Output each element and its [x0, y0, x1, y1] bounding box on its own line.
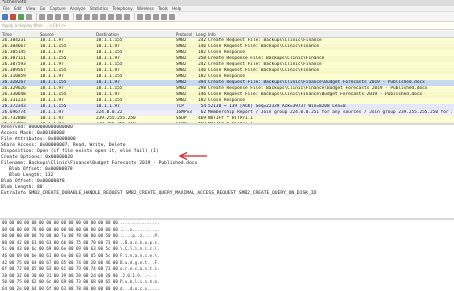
resize-columns-icon[interactable] — [169, 13, 175, 20]
display-filter-input[interactable]: Apply a display filter ... <Ctrl-/> — [0, 22, 454, 30]
hex-ascii[interactable]: .2.0.1.9. .-. . — [120, 273, 157, 280]
hex-row: 50 00 75 00 62 00 6c 00 69 00 73 00 68 0… — [0, 279, 454, 286]
hex-bytes[interactable]: 42 00 75 00 64 00 67 00 65 00 74 00 20 0… — [2, 260, 118, 267]
hex-ascii[interactable]: B.u.d.g.e.t. .F. — [120, 260, 159, 267]
column-source[interactable]: Source — [40, 31, 95, 38]
hex-ascii[interactable]: ..B.a.c.k.u.p.s. — [120, 240, 159, 247]
main-toolbar — [0, 12, 454, 22]
hex-row: 00 00 00 00 00 00 00 00 00 00 00 00 00 0… — [0, 220, 454, 227]
hex-bytes[interactable]: 46 00 69 00 6e 00 61 00 6e 00 63 00 65 0… — [2, 253, 118, 260]
toolbar-separator — [73, 13, 74, 20]
hex-bytes[interactable]: 5c 00 43 00 6c 00 69 00 6e 00 69 00 63 0… — [2, 246, 118, 253]
column-info[interactable]: Info — [208, 31, 452, 38]
annotation-arrow-icon — [178, 152, 207, 160]
hex-ascii[interactable]: .....p..z.....P. — [120, 233, 159, 240]
packet-details: Reserved: 0000000000000000 Access Mask: 0… — [0, 125, 454, 218]
hex-row: 00 00 42 00 61 00 63 00 6b 00 75 00 70 0… — [0, 240, 454, 247]
hex-ascii[interactable]: \.C.l.i.n.i.c.\. — [120, 246, 159, 253]
hex-row: 00 00 00 00 00 70 00 00 7a 00 f8 00 00 0… — [0, 233, 454, 240]
normal-size-icon[interactable] — [161, 13, 167, 20]
hex-bytes[interactable]: 00 00 00 00 00 00 00 00 00 00 00 00 00 0… — [2, 220, 118, 227]
hex-bytes[interactable]: 00 00 00 00 78 00 00 00 00 00 00 00 00 0… — [2, 227, 118, 234]
reload-icon[interactable] — [63, 13, 69, 20]
toolbar-separator — [36, 13, 37, 20]
restart-capture-icon[interactable] — [18, 13, 24, 20]
last-packet-icon[interactable] — [116, 13, 122, 20]
hex-ascii[interactable]: F.i.n.a.n.c.e.\. — [120, 253, 159, 260]
column-time[interactable]: Time — [2, 31, 36, 38]
colorize-icon[interactable] — [137, 13, 143, 20]
hex-bytes[interactable]: 20 00 32 00 30 00 31 00 39 00 20 00 2d 0… — [2, 273, 118, 280]
packet-list-header: Time Source Destination Protocol Length … — [0, 31, 454, 38]
find-packet-icon[interactable] — [76, 13, 82, 20]
zoom-out-icon[interactable] — [153, 13, 159, 20]
first-packet-icon[interactable] — [108, 13, 114, 20]
zoom-in-icon[interactable] — [145, 13, 151, 20]
close-file-icon[interactable] — [55, 13, 61, 20]
hex-row: 42 00 75 00 64 00 67 00 65 00 74 00 20 0… — [0, 260, 454, 267]
stop-capture-icon[interactable] — [10, 13, 16, 20]
column-protocol[interactable]: Protocol — [176, 31, 194, 38]
hex-bytes[interactable]: 6f 00 72 00 65 00 63 00 61 00 73 00 74 0… — [2, 266, 118, 273]
hex-bytes[interactable]: 64 00 2e 00 64 00 6f 00 63 00 78 00 00 0… — [2, 286, 118, 291]
open-file-icon[interactable] — [39, 13, 45, 20]
go-forward-icon[interactable] — [92, 13, 98, 20]
hex-bytes[interactable]: 50 00 75 00 62 00 6c 00 69 00 73 00 68 0… — [2, 279, 118, 286]
packet-bytes: 00 00 00 00 00 00 00 00 00 00 00 00 00 0… — [0, 220, 454, 291]
hex-ascii[interactable]: o.r.e.c.a.s.t.s. — [120, 266, 159, 273]
detail-field[interactable]: ExtraInfo SMB2_CREATE_DURABLE_HANDLE_REQ… — [0, 191, 454, 197]
filter-placeholder: Apply a display filter ... <Ctrl-/> — [2, 23, 67, 28]
packet-list: 26.304231 10.1.1.97 10.1.1.155 SMB2 242 Creat… — [0, 38, 454, 123]
save-file-icon[interactable] — [47, 13, 53, 20]
hex-ascii[interactable]: d...d.o.c.x..... — [120, 286, 159, 291]
go-to-packet-icon[interactable] — [100, 13, 106, 20]
hex-row: 5c 00 43 00 6c 00 69 00 6e 00 69 00 63 0… — [0, 246, 454, 253]
hex-bytes[interactable]: 00 00 42 00 61 00 63 00 6b 00 75 00 70 0… — [2, 240, 118, 247]
column-destination[interactable]: Destination — [96, 31, 171, 38]
hex-ascii[interactable]: P.u.b.l.i.s.h.e. — [120, 279, 159, 286]
hex-row: 64 00 2e 00 64 00 6f 00 63 00 78 00 00 0… — [0, 286, 454, 291]
autoscroll-icon[interactable] — [124, 13, 130, 20]
go-back-icon[interactable] — [84, 13, 90, 20]
hex-ascii[interactable]: ................ — [120, 220, 159, 227]
hex-row: 6f 00 72 00 65 00 63 00 61 00 73 00 74 0… — [0, 266, 454, 273]
toolbar-separator — [134, 13, 135, 20]
capture-options-icon[interactable] — [26, 13, 32, 20]
hex-row: 20 00 32 00 30 00 31 00 39 00 20 00 2d 0… — [0, 273, 454, 280]
hex-row: 46 00 69 00 6e 00 61 00 6e 00 63 00 65 0… — [0, 253, 454, 260]
hex-ascii[interactable]: ....x........... — [120, 227, 159, 234]
start-capture-icon[interactable] — [2, 13, 8, 20]
column-length[interactable]: Length — [196, 31, 206, 38]
hex-bytes[interactable]: 00 00 00 00 00 70 00 00 7a 00 f8 00 00 0… — [2, 233, 118, 240]
hex-row: 00 00 00 00 78 00 00 00 00 00 00 00 00 0… — [0, 227, 454, 234]
